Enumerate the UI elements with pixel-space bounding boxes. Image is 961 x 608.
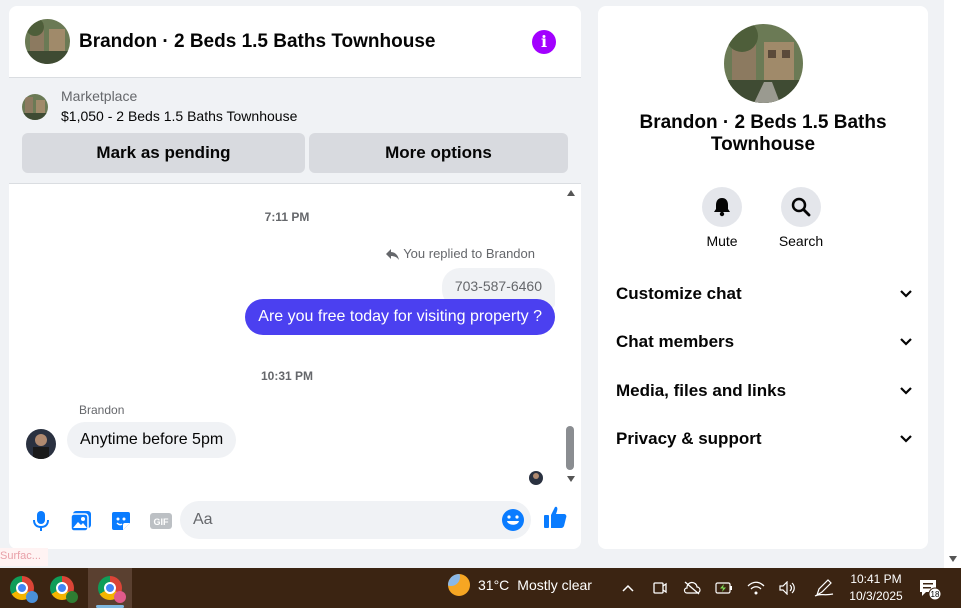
info-icon[interactable]: i (532, 29, 556, 54)
listing-price-title[interactable]: $1,050 - 2 Beds 1.5 Baths Townhouse (61, 105, 297, 127)
conversation-avatar[interactable] (724, 24, 803, 103)
outgoing-message[interactable]: Are you free today for visiting property… (245, 299, 555, 335)
message-scrollbar[interactable] (565, 190, 577, 482)
search-action[interactable]: Search (771, 187, 831, 249)
page-scrollbar[interactable] (944, 0, 961, 568)
photo-gallery-icon[interactable] (61, 501, 101, 541)
taskbar-chrome-profile-3[interactable] (88, 568, 132, 608)
message-list: 7:11 PM You replied to Brandon 703-587-6… (9, 185, 581, 487)
reply-indicator-text: You replied to Brandon (403, 246, 535, 261)
chevron-up-icon[interactable] (618, 568, 638, 608)
conversation-info-panel: Brandon · 2 Beds 1.5 Baths Townhouse Mut… (598, 6, 928, 549)
more-options-button[interactable]: More options (309, 133, 568, 173)
cloud-offline-icon[interactable] (682, 568, 702, 608)
taskbar-chrome-profile-2[interactable] (40, 568, 84, 608)
chrome-icon (50, 576, 78, 603)
seen-avatar (529, 471, 543, 485)
mute-label: Mute (706, 233, 738, 249)
system-clock[interactable]: 10:41 PM 10/3/2025 (840, 571, 912, 605)
section-customize-chat[interactable]: Customize chat (616, 284, 912, 304)
mark-as-pending-button[interactable]: Mark as pending (22, 133, 305, 173)
section-label: Chat members (616, 332, 735, 351)
chat-title: Brandon · 2 Beds 1.5 Baths Townhouse (79, 30, 436, 52)
listing-avatar[interactable] (25, 19, 70, 64)
chevron-down-icon (900, 435, 912, 443)
notification-center-icon[interactable]: 18 (918, 578, 942, 605)
taskbar-chrome-profile-1[interactable] (0, 568, 44, 608)
sender-avatar[interactable] (26, 429, 56, 459)
section-media-files-links[interactable]: Media, files and links (616, 381, 912, 401)
message-composer: GIF (9, 493, 581, 549)
thumbs-up-icon[interactable] (543, 505, 567, 534)
sender-name: Brandon (79, 403, 125, 417)
section-chat-members[interactable]: Chat members (616, 332, 912, 352)
search-icon[interactable] (781, 187, 821, 227)
scroll-thumb[interactable] (566, 426, 574, 470)
chevron-down-icon (900, 290, 912, 298)
message-input-container[interactable] (180, 501, 531, 539)
taskbar: 31°C Mostly clear 10:41 PM 10/3/2025 18 (0, 568, 961, 608)
marketplace-box: Marketplace $1,050 - 2 Beds 1.5 Baths To… (9, 78, 581, 184)
scroll-down-arrow-icon[interactable] (567, 476, 575, 482)
volume-icon[interactable] (778, 568, 798, 608)
timestamp-separator: 10:31 PM (260, 369, 314, 383)
section-label: Customize chat (616, 284, 742, 303)
wifi-icon[interactable] (746, 568, 766, 608)
meet-now-icon[interactable] (650, 568, 670, 608)
battery-charging-icon[interactable] (714, 568, 734, 608)
weather-widget[interactable]: 31°C Mostly clear (448, 574, 592, 596)
pen-menu-icon[interactable] (812, 568, 836, 608)
chat-header: Brandon · 2 Beds 1.5 Baths Townhouse i (9, 6, 581, 78)
weather-desc: Mostly clear (517, 577, 592, 593)
gif-label: GIF (154, 517, 170, 527)
moon-cloud-icon (448, 574, 470, 596)
bell-icon[interactable] (702, 187, 742, 227)
emoji-icon[interactable] (501, 508, 525, 537)
reply-indicator: You replied to Brandon (386, 246, 535, 261)
chat-panel: Brandon · 2 Beds 1.5 Baths Townhouse i M… (9, 6, 581, 549)
listing-thumbnail[interactable] (22, 94, 48, 120)
notification-count: 18 (931, 590, 940, 599)
chrome-icon (98, 576, 126, 603)
reply-icon (386, 248, 400, 260)
incoming-message[interactable]: Anytime before 5pm (67, 422, 237, 458)
sticker-icon[interactable] (101, 501, 141, 541)
clock-time: 10:41 PM (850, 572, 902, 586)
section-label: Privacy & support (616, 429, 762, 448)
gif-icon[interactable]: GIF (141, 501, 181, 541)
mute-action[interactable]: Mute (692, 187, 752, 249)
message-input[interactable] (193, 511, 483, 529)
section-privacy-support[interactable]: Privacy & support (616, 429, 912, 449)
conversation-title: Brandon · 2 Beds 1.5 Baths Townhouse (639, 112, 887, 155)
chrome-icon (10, 576, 38, 603)
search-label: Search (778, 233, 824, 249)
surface-tab[interactable]: Surfac... (0, 548, 48, 566)
chevron-down-icon (900, 338, 912, 346)
section-label: Media, files and links (616, 381, 787, 400)
clock-date: 10/3/2025 (849, 589, 903, 603)
timestamp-separator: 7:11 PM (264, 210, 310, 224)
scroll-up-arrow-icon[interactable] (567, 190, 575, 196)
weather-temp: 31°C (478, 577, 510, 593)
marketplace-label: Marketplace (61, 88, 138, 104)
chevron-down-icon (900, 387, 912, 395)
scroll-down-arrow-icon[interactable] (949, 556, 957, 562)
microphone-icon[interactable] (21, 501, 61, 541)
